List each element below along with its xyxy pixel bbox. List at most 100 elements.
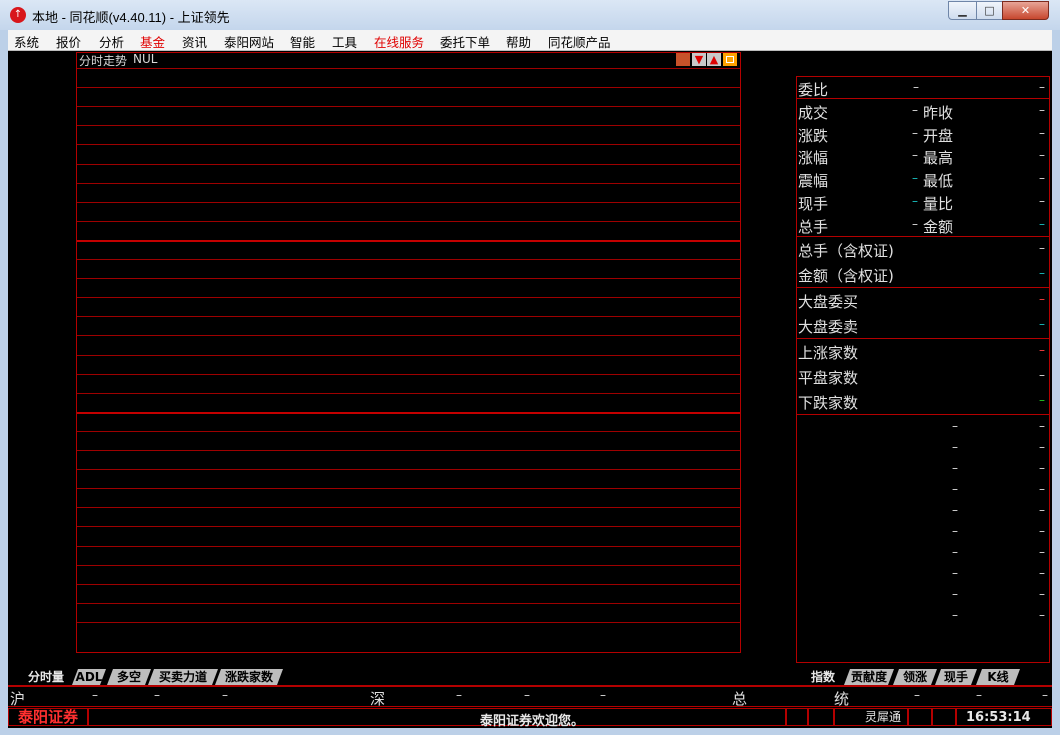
chart-gridline — [77, 316, 740, 317]
quote-label-left: 总手 — [798, 217, 829, 236]
quote-label-left: 成交 — [798, 104, 829, 122]
app-logo-icon: ↑ — [10, 7, 26, 23]
quote-label-right: 量比 — [923, 194, 954, 213]
quote-label-right: 最高 — [923, 149, 954, 168]
quote-value-right: – — [1039, 148, 1045, 163]
indicator-tab[interactable]: 买卖力道 — [148, 669, 218, 685]
chart-gridline — [77, 431, 740, 432]
quote-value-right: – — [1039, 171, 1045, 186]
menu-item[interactable]: 分析 — [99, 32, 124, 51]
quote-value-left: – — [912, 103, 918, 117]
panel-tab[interactable]: 领涨 — [893, 669, 937, 685]
summary-label: 大盘委买 — [798, 293, 859, 311]
arrow-down-icon[interactable]: ▼ — [692, 53, 706, 66]
index-value: – — [456, 688, 462, 702]
chart-gridline — [77, 259, 740, 260]
indicator-tab[interactable]: 分时量 — [16, 669, 76, 685]
index-list-change: – — [1039, 461, 1045, 475]
chart-gridline — [77, 488, 740, 489]
window-title: 本地 - 同花顺(v4.40.11) - 上证领先 — [32, 10, 230, 25]
menu-item[interactable]: 资讯 — [182, 32, 207, 51]
index-value: – — [524, 688, 530, 702]
summary-value: – — [1039, 317, 1045, 331]
chart-gridline — [77, 183, 740, 184]
minimize-button[interactable]: ▁ — [948, 1, 977, 20]
index-list-change: – — [1039, 419, 1045, 433]
intraday-chart[interactable] — [76, 52, 741, 653]
computer-icon[interactable] — [786, 708, 808, 726]
quote-label-right: 金额 — [923, 217, 954, 236]
chart-gridline — [77, 221, 740, 222]
index-list-change: – — [1039, 545, 1045, 559]
indicator-tab[interactable]: 多空 — [107, 669, 151, 685]
menu-item[interactable]: 基金 — [140, 32, 165, 51]
indicator-tab[interactable]: 涨跌家数 — [215, 669, 283, 685]
quote-label-right: 昨收 — [923, 104, 954, 122]
summary-label: 下跌家数 — [798, 394, 859, 412]
message-icon[interactable] — [908, 708, 932, 726]
quote-value-right: – — [1039, 216, 1045, 231]
quote-label-left: 现手 — [798, 194, 829, 213]
quote-label-left: 涨幅 — [798, 149, 829, 168]
menu-item[interactable]: 委托下单 — [440, 32, 490, 51]
chart-gridline — [77, 603, 740, 604]
index-list-value: – — [952, 524, 958, 538]
index-list-change: – — [1039, 482, 1045, 496]
arrow-up-icon[interactable]: ▲ — [707, 53, 721, 66]
welcome-message: 泰阳证券欢迎您。 — [480, 714, 585, 728]
panel-tab[interactable]: 现手 — [935, 669, 977, 685]
menu-item[interactable]: 同花顺产品 — [548, 32, 611, 51]
index-value: – — [914, 688, 920, 702]
chart-gridline — [77, 507, 740, 508]
index-list-value: – — [952, 482, 958, 496]
index-list-change: – — [1039, 587, 1045, 601]
alert-icon[interactable] — [932, 708, 956, 726]
index-value: – — [976, 688, 982, 702]
index-list-value: – — [952, 461, 958, 475]
chart-gridline — [77, 278, 740, 279]
summary-label: 平盘家数 — [798, 369, 859, 387]
index-list-value: – — [952, 587, 958, 601]
weibi-value: – — [913, 80, 919, 94]
panel-tab[interactable]: 指数 — [801, 669, 845, 685]
menu-item[interactable]: 在线服务 — [374, 32, 424, 51]
chart-stock-code: NUL — [133, 52, 158, 66]
summary-label: 总手（含权证) — [798, 242, 894, 260]
menu-item[interactable]: 泰阳网站 — [224, 32, 274, 51]
quote-value-right: – — [1039, 125, 1045, 140]
panel-separator — [797, 287, 1049, 288]
close-button[interactable]: ✕ — [1002, 1, 1049, 20]
panel-tab[interactable]: K线 — [976, 669, 1020, 685]
lingxi-button[interactable]: 灵犀通 — [834, 708, 908, 726]
restore-chart-icon[interactable] — [723, 53, 737, 66]
menu-item[interactable]: 系统 — [14, 32, 39, 51]
chart-gridline — [77, 202, 740, 203]
title-bar: ↑ 本地 - 同花顺(v4.40.11) - 上证领先 ▁ □ ✕ — [0, 0, 1060, 30]
quote-value-left: – — [912, 171, 918, 186]
chart-gridline — [77, 584, 740, 585]
menu-item[interactable]: 智能 — [290, 32, 315, 51]
index-list-change: – — [1039, 440, 1045, 454]
panel-separator — [797, 414, 1049, 415]
chart-settings-icon[interactable] — [676, 53, 690, 66]
chart-gridline — [77, 393, 740, 394]
quote-value-left: – — [912, 148, 918, 163]
menu-item[interactable]: 帮助 — [506, 32, 531, 51]
index-value: – — [1042, 688, 1048, 702]
index-value: – — [154, 688, 160, 702]
menu-item[interactable]: 报价 — [56, 32, 81, 51]
maximize-button[interactable]: □ — [976, 1, 1003, 20]
index-list-change: – — [1039, 503, 1045, 517]
summary-value: – — [1039, 368, 1045, 382]
indicator-tab[interactable]: ADL — [72, 669, 106, 685]
panel-tab[interactable]: 贡献度 — [844, 669, 894, 685]
chart-gridline — [77, 622, 740, 623]
summary-value: – — [1039, 343, 1045, 357]
quote-label-right: 开盘 — [923, 126, 954, 145]
index-list-change: – — [1039, 608, 1045, 622]
chart-gridline — [77, 565, 740, 566]
chart-gridline — [77, 68, 740, 69]
menu-item[interactable]: 工具 — [332, 32, 357, 51]
chart-gridline — [77, 106, 740, 107]
chart-title: 分时走势 — [79, 54, 128, 68]
